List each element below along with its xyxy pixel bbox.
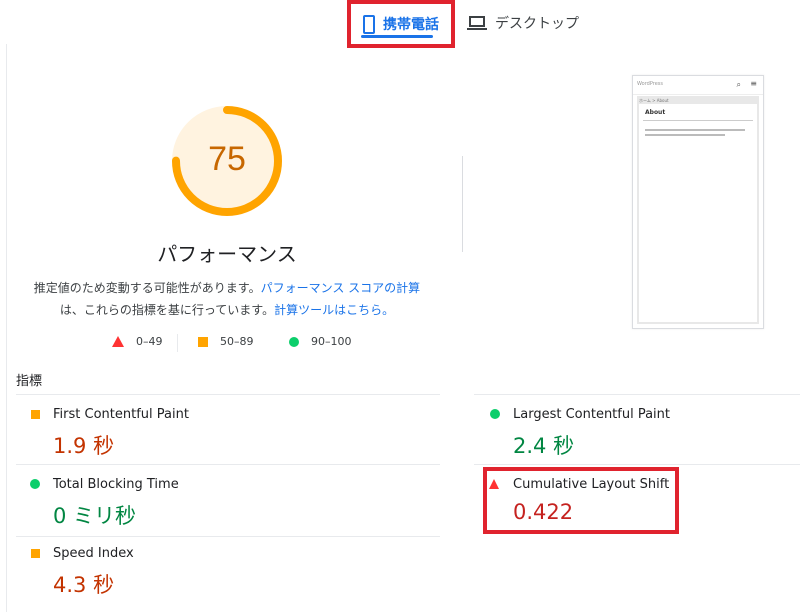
thumbnail-heading: About [645,109,666,116]
performance-title: パフォーマンス [157,242,297,266]
legend-pass-label: 90–100 [311,335,352,348]
tab-desktop-label: デスクトップ [495,16,579,32]
legend-average-label: 50–89 [220,335,254,348]
metrics-heading: 指標 [16,374,43,389]
circle-icon [289,336,299,347]
square-icon [198,336,208,347]
tab-mobile[interactable]: 携帯電話 [347,0,455,48]
metric-label-tbt: Total Blocking Time [53,477,179,492]
page-screenshot-thumbnail[interactable]: WordPress ⌕ ≡ ホーム > About About [632,75,764,329]
legend-average: 50–89 [198,335,254,348]
triangle-icon [489,479,499,489]
divider [474,394,800,395]
metric-label-cls: Cumulative Layout Shift [513,477,670,492]
metric-label-si: Speed Index [53,546,134,561]
performance-description: 推定値のため変動する可能性があります。パフォーマンス スコアの計算は、これらの指… [26,277,428,321]
legend-pass: 90–100 [289,335,352,348]
tab-mobile-label: 携帯電話 [383,17,439,33]
site-logo: WordPress [637,81,664,87]
thumbnail-card: About [639,104,757,322]
divider [474,464,800,465]
divider [16,464,440,465]
thumbnail-header: WordPress ⌕ ≡ [633,76,763,95]
legend-fail-label: 0–49 [136,335,163,348]
laptop-icon [467,15,487,31]
desc-text-2: は、これらの指標を基に行っています。 [59,303,275,317]
thumbnail-text-line [645,134,725,136]
circle-icon [490,409,500,419]
phone-icon [363,14,375,34]
score-calculation-link[interactable]: パフォーマンス スコアの計算 [261,281,421,295]
metric-value-cls: 0.422 [513,500,574,524]
panel-border [6,44,7,612]
performance-score: 75 [208,140,246,178]
search-icon: ⌕ [736,80,741,89]
square-icon [31,410,40,419]
metric-label-fcp: First Contentful Paint [53,407,189,422]
calculator-link[interactable]: 計算ツールはこちら。 [274,303,394,317]
divider [16,394,440,395]
desc-text-1: 推定値のため変動する可能性があります。 [33,281,261,295]
metric-value-tbt: 0 ミリ秒 [53,504,137,528]
metric-value-lcp: 2.4 秒 [513,434,575,458]
tab-desktop[interactable]: デスクトップ [467,0,579,46]
active-tab-indicator [361,35,433,38]
thumbnail-text-line [645,129,745,131]
circle-icon [30,479,40,489]
legend-fail: 0–49 [112,335,163,348]
metric-value-fcp: 1.9 秒 [53,434,115,458]
square-icon [31,549,40,558]
triangle-icon [112,336,124,347]
metric-label-lcp: Largest Contentful Paint [513,407,671,422]
divider [16,536,440,537]
divider [462,156,463,252]
menu-icon: ≡ [750,79,757,88]
metric-value-si: 4.3 秒 [53,573,115,597]
thumbnail-divider [643,120,753,121]
legend-divider [177,334,178,352]
